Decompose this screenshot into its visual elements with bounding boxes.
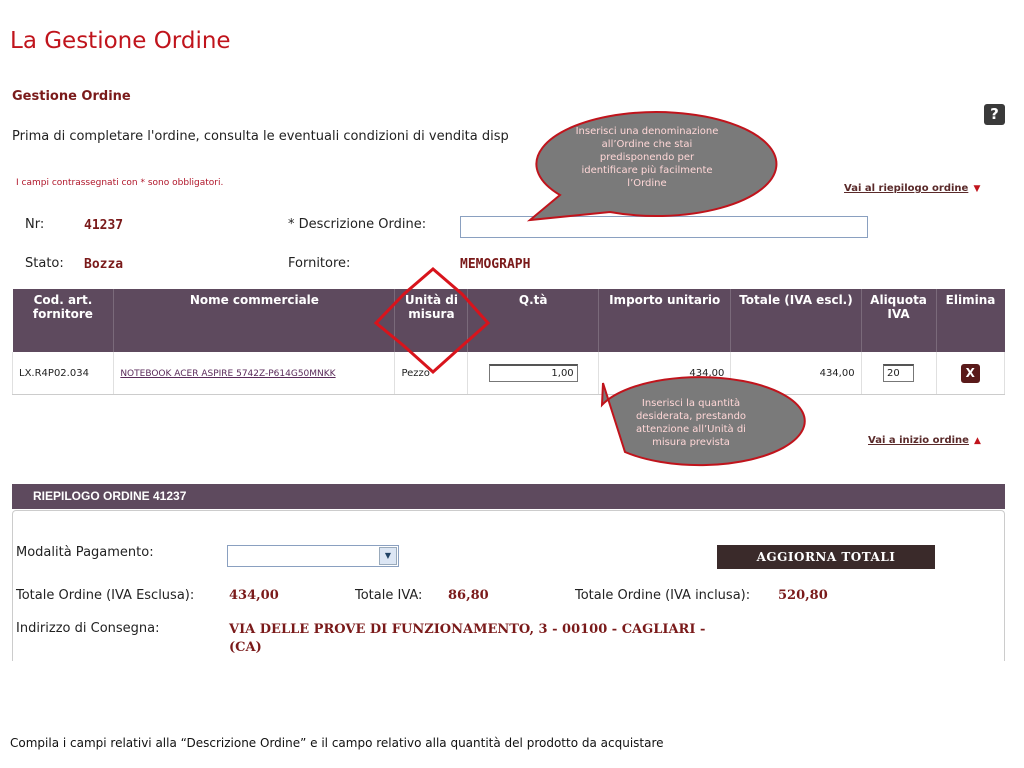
starburst-highlight-unita [373,267,491,375]
slide-footer: Compila i campi relativi alla “Descrizio… [10,736,664,750]
callout-text-quantity: Inserisci la quantità desiderata, presta… [635,398,747,448]
callout-text-description: Inserisci una denominazione all’Ordine c… [575,126,719,189]
annotation-overlay [373,111,806,467]
